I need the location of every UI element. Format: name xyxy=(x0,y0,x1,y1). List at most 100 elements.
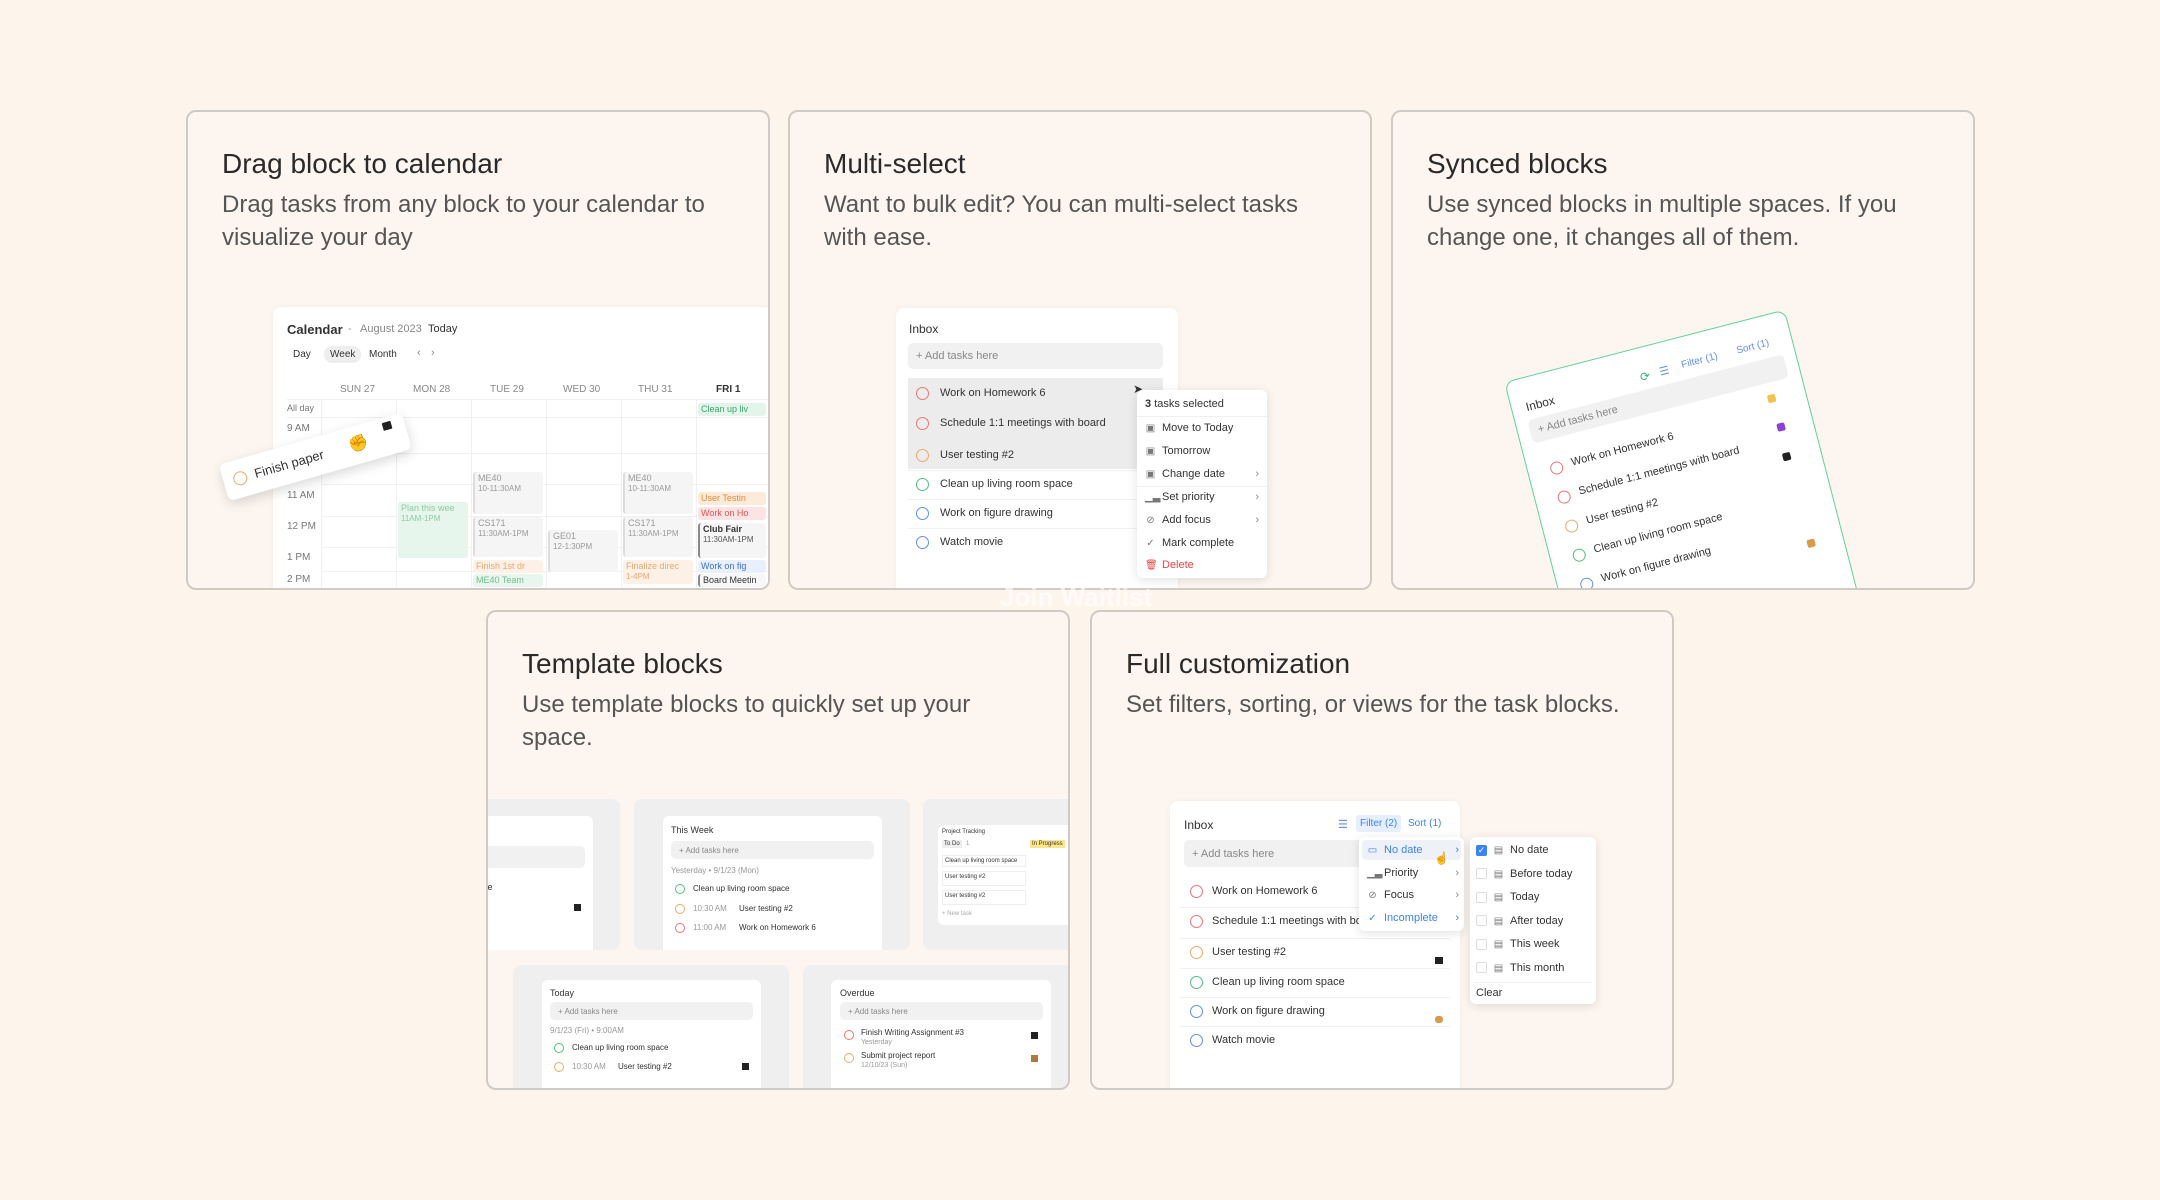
date-option[interactable]: ✓ ▤ No date xyxy=(1476,844,1549,856)
view-month[interactable]: Month xyxy=(369,349,397,360)
event-clean-up[interactable]: Clean up liv xyxy=(698,403,766,416)
template-thumbnail-overdue[interactable]: Overdue + Add tasks here Finish Writing … xyxy=(803,965,1068,1088)
task-emoji-icon xyxy=(1031,1055,1038,1062)
inbox-title: Inbox xyxy=(1524,393,1557,415)
event-title: CS171 xyxy=(628,518,656,528)
template-thumbnail-this-week[interactable]: This Week + Add tasks here Yesterday • 9… xyxy=(634,799,910,950)
event-finalize[interactable]: Finalize direc 1-4PM xyxy=(623,560,693,584)
menu-tomorrow[interactable]: ▣ Tomorrow xyxy=(1145,445,1211,457)
task-row[interactable]: Work on figure drawing xyxy=(908,499,1163,529)
event-board-meeting[interactable]: Board Meetin xyxy=(698,574,766,587)
event-me40[interactable]: ME40 10-11:30AM xyxy=(473,472,543,514)
event-title: Club Fair xyxy=(703,524,743,534)
task-checkbox[interactable] xyxy=(1190,946,1203,959)
task-checkbox[interactable] xyxy=(916,478,929,491)
event-time: 11AM-1PM xyxy=(401,514,441,523)
view-week[interactable]: Week xyxy=(324,346,362,363)
task-checkbox[interactable] xyxy=(1190,915,1203,928)
checkbox[interactable] xyxy=(1476,938,1487,950)
date-option[interactable]: ▤ This week xyxy=(1476,938,1560,950)
task-row[interactable]: Schedule 1:1 meetings with board xyxy=(908,411,1163,439)
checkbox[interactable] xyxy=(1476,868,1487,880)
menu-add-focus[interactable]: ⊘ Add focus › xyxy=(1145,514,1259,526)
menu-delete[interactable]: 🗑 Delete xyxy=(1145,559,1194,571)
day-header: THU 31 xyxy=(638,384,673,395)
event-time: 11:30AM-1PM xyxy=(703,535,754,544)
task-checkbox[interactable] xyxy=(916,449,929,462)
task-checkbox[interactable] xyxy=(1190,885,1203,898)
date-option[interactable]: ▤ Today xyxy=(1476,891,1539,903)
task-row[interactable]: Watch movie xyxy=(1180,1026,1450,1056)
date-option[interactable]: ▤ After today xyxy=(1476,915,1563,927)
filter-incomplete[interactable]: ✓ Incomplete › xyxy=(1367,912,1459,924)
checkbox[interactable]: ✓ xyxy=(1476,844,1487,856)
event-ge01[interactable]: GE01 12-1:30PM xyxy=(548,530,618,572)
task-row[interactable]: Watch movie xyxy=(908,528,1163,558)
task-checkbox[interactable] xyxy=(1548,460,1565,476)
sort-button[interactable]: Sort (1) xyxy=(1408,818,1441,829)
menu-change-date[interactable]: ▣ Change date › xyxy=(1145,468,1259,480)
view-options-icon[interactable]: ☰ xyxy=(1338,818,1348,831)
task-date: Yesterday xyxy=(861,1039,892,1046)
checkbox[interactable] xyxy=(1476,962,1487,974)
task-row[interactable]: Work on figure drawing xyxy=(1180,997,1450,1027)
view-day[interactable]: Day xyxy=(293,349,311,360)
task-checkbox[interactable] xyxy=(1556,489,1573,506)
filter-button[interactable]: Filter (1) xyxy=(1680,351,1719,371)
task-checkbox[interactable] xyxy=(916,387,929,400)
event-me40-team[interactable]: ME40 Team xyxy=(473,574,543,587)
task-checkbox[interactable] xyxy=(916,417,929,430)
event-plan-week[interactable]: Plan this wee 11AM-1PM xyxy=(398,502,468,558)
card-title: Multi-select xyxy=(824,148,966,179)
sort-button[interactable]: Sort (1) xyxy=(1735,338,1770,357)
task-title: Clean up living room space xyxy=(693,884,790,893)
event-work-homework[interactable]: Work on Ho xyxy=(698,507,766,520)
filter-focus[interactable]: ⊘ Focus › xyxy=(1367,889,1459,901)
event-figure-drawing[interactable]: Work on fig xyxy=(698,560,766,573)
task-checkbox[interactable] xyxy=(1571,547,1588,564)
checkbox[interactable] xyxy=(1476,891,1487,903)
task-row[interactable]: Clean up living room space xyxy=(1180,968,1450,998)
event-club-fair[interactable]: Club Fair 11:30AM-1PM xyxy=(698,523,766,558)
count: 2 xyxy=(1068,841,1070,847)
clear-button[interactable]: Clear xyxy=(1476,987,1502,999)
task-row[interactable]: User testing #2 xyxy=(908,443,1163,471)
event-me40[interactable]: ME40 10-11:30AM xyxy=(623,472,693,514)
task-emoji-icon xyxy=(1435,1016,1443,1023)
task-row[interactable]: Work on Homework 6 xyxy=(908,381,1163,409)
add-task-input[interactable]: + Add tasks here xyxy=(908,343,1163,369)
task-checkbox[interactable] xyxy=(1578,576,1595,588)
chevron-right-icon: › xyxy=(1255,514,1259,526)
gridline xyxy=(696,399,697,588)
filter-button[interactable]: Filter (2) xyxy=(1356,815,1402,832)
filter-priority[interactable]: ▁▃ Priority › xyxy=(1367,867,1459,879)
task-checkbox[interactable] xyxy=(1190,976,1203,989)
date-option[interactable]: ▤ This month xyxy=(1476,962,1564,974)
task-checkbox[interactable] xyxy=(1190,1034,1203,1047)
next-button[interactable]: › xyxy=(431,347,435,359)
task-checkbox[interactable] xyxy=(231,469,249,487)
event-finish-draft[interactable]: Finish 1st dr xyxy=(473,560,543,573)
checkbox[interactable] xyxy=(1476,915,1487,927)
today-button[interactable]: Today xyxy=(428,323,457,335)
task-checkbox[interactable] xyxy=(916,536,929,549)
new-task-link: + New task xyxy=(942,911,972,917)
date-option[interactable]: ▤ Before today xyxy=(1476,868,1572,880)
template-thumbnail[interactable]: ace xyxy=(488,799,620,950)
task-checkbox[interactable] xyxy=(1563,518,1580,535)
template-thumbnail-today[interactable]: Today + Add tasks here 9/1/23 (Fri) • 9:… xyxy=(513,965,789,1088)
prev-button[interactable]: ‹ xyxy=(417,347,421,359)
event-cs171[interactable]: CS171 11:30AM-1PM xyxy=(473,517,543,557)
task-checkbox[interactable] xyxy=(1190,1005,1203,1018)
template-thumbnail-project-tracking[interactable]: Project Tracking To Do 1 In Progress 2 C… xyxy=(923,799,1070,950)
card-synced-blocks: Synced blocks Use synced blocks in multi… xyxy=(1391,110,1975,590)
task-checkbox[interactable] xyxy=(916,507,929,520)
menu-mark-complete[interactable]: ✓ Mark complete xyxy=(1145,537,1234,549)
label: Set priority xyxy=(1162,491,1215,503)
menu-move-today[interactable]: ▣ Move to Today xyxy=(1145,422,1234,434)
event-cs171[interactable]: CS171 11:30AM-1PM xyxy=(623,517,693,557)
event-user-testing[interactable]: User Testin xyxy=(698,492,766,505)
menu-set-priority[interactable]: ▁▃ Set priority › xyxy=(1145,491,1259,503)
task-row[interactable]: Clean up living room space xyxy=(908,470,1163,500)
task-row[interactable]: User testing #2 xyxy=(1180,938,1450,968)
